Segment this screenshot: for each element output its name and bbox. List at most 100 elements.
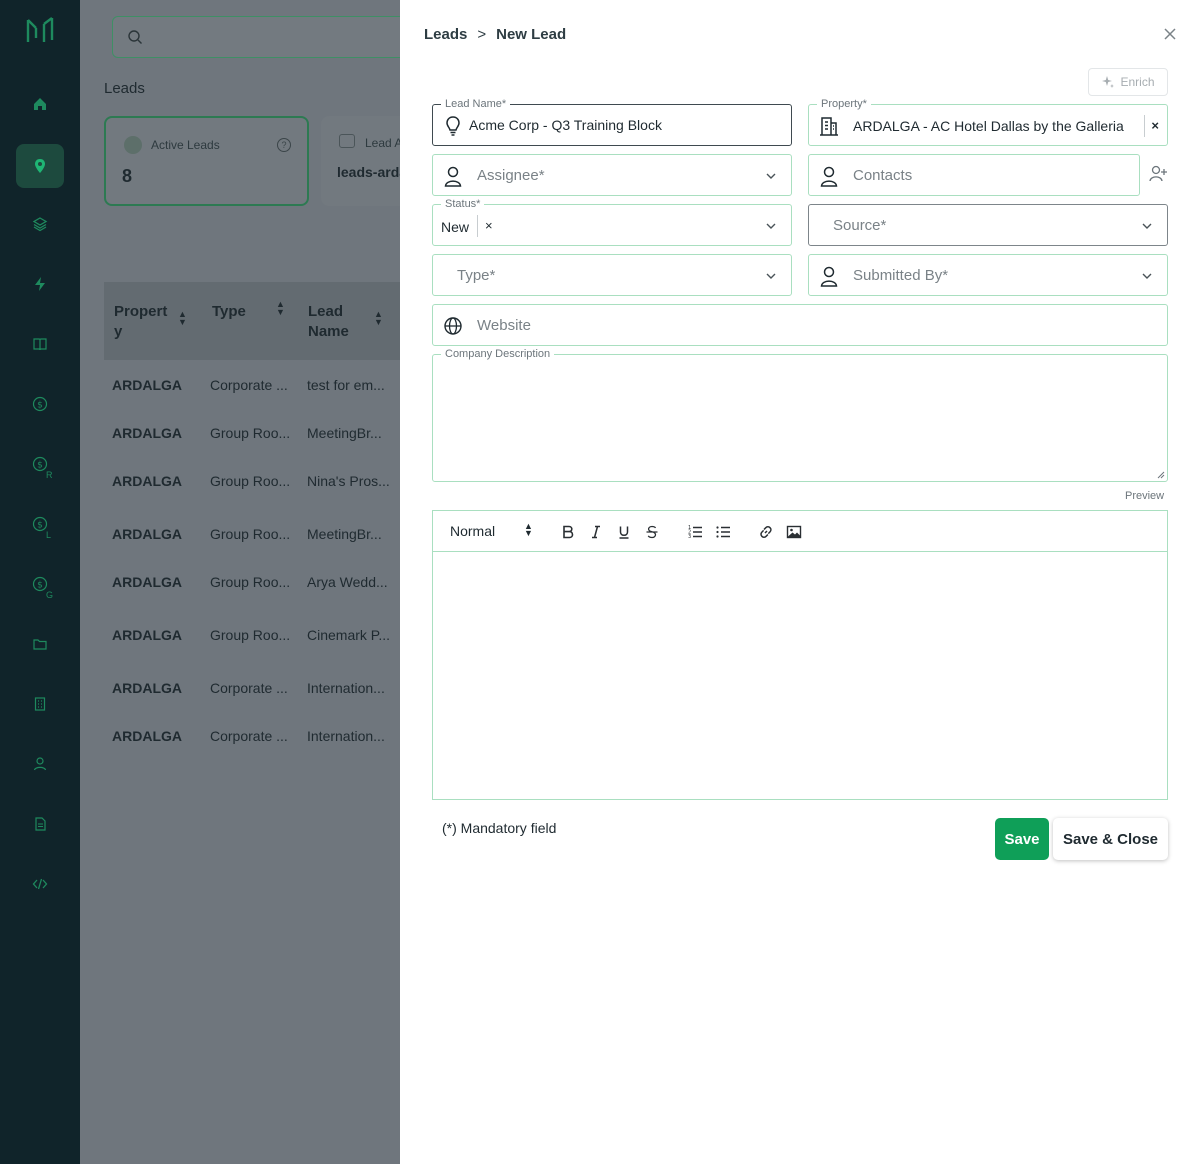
company-description-textarea[interactable]: Company Description (432, 347, 1168, 482)
nav-bolt[interactable] (16, 262, 64, 306)
location-pin-icon (35, 159, 45, 173)
building-icon (820, 117, 838, 136)
lightbulb-icon (446, 116, 460, 136)
bullet-list-button[interactable] (713, 522, 733, 542)
sort-icon[interactable]: ▲ ▼ (276, 300, 285, 317)
nav-finance-g[interactable]: $ G (16, 562, 64, 606)
add-user-icon[interactable] (1148, 164, 1168, 184)
document-icon (35, 817, 46, 831)
svg-text:$: $ (37, 461, 43, 471)
company-description-label: Company Description (441, 347, 555, 361)
property-clear-button[interactable]: × (1144, 115, 1159, 137)
preview-link[interactable]: Preview (1125, 490, 1164, 502)
status-chip-remove-button[interactable]: × (477, 215, 493, 237)
underline-icon (619, 526, 629, 539)
column-header-label: Lead Name (308, 303, 349, 340)
global-search-input[interactable] (112, 16, 400, 58)
assignee-placeholder: Assignee* (477, 167, 545, 184)
contacts-field[interactable]: Contacts (808, 154, 1140, 196)
save-button[interactable]: Save (995, 818, 1049, 860)
status-select[interactable]: Status* New × (432, 197, 792, 246)
lead-alias-card[interactable]: Lead A leads-arda (321, 116, 400, 206)
column-header-label: Type (212, 303, 246, 320)
background-leads-page: Leads Active Leads ? 8 Lead A leads-arda… (80, 0, 400, 1164)
nav-finance-l[interactable]: $ L (16, 502, 64, 546)
help-icon[interactable]: ? (277, 138, 291, 152)
table-row[interactable]: ARDALGA Group Roo... MeetingBr... (104, 408, 400, 458)
submitted-by-placeholder: Submitted By* (853, 267, 949, 284)
image-button[interactable] (784, 522, 804, 542)
ordered-list-button[interactable]: 123 (685, 522, 705, 542)
column-header-label: Propert y (114, 303, 168, 340)
table-row[interactable]: ARDALGA Corporate ... test for em... (104, 360, 400, 410)
table-cell: test for em... (307, 377, 385, 393)
nav-user[interactable] (16, 742, 64, 786)
sort-icon[interactable]: ▲ ▼ (178, 310, 187, 327)
bullet-list-icon (716, 526, 730, 538)
enrich-label: Enrich (1120, 75, 1155, 89)
format-select-value: Normal (450, 523, 496, 539)
type-select[interactable]: Type* (432, 254, 792, 296)
table-row[interactable]: ARDALGA Group Roo... Cinemark P... (104, 610, 400, 660)
new-lead-panel: Leads > New Lead Enrich Lead Name* Acme Co… (400, 0, 1200, 1164)
nav-folder[interactable] (16, 622, 64, 666)
table-cell: Corporate ... (210, 728, 288, 744)
editor-toolbar: Normal ▲ ▼ 123 (433, 511, 1167, 552)
property-field[interactable]: Property* ARDALGA - AC Hotel Dallas by t… (808, 97, 1168, 146)
bold-button[interactable] (558, 522, 578, 542)
table-row[interactable]: ARDALGA Group Roo... Arya Wedd... (104, 557, 400, 607)
table-cell: ARDALGA (112, 627, 182, 643)
svg-text:$: $ (37, 581, 43, 591)
active-leads-card[interactable]: Active Leads ? 8 (104, 116, 309, 206)
sort-icon[interactable]: ▲ ▼ (374, 310, 383, 327)
nav-leads[interactable] (16, 144, 64, 188)
strikethrough-button[interactable] (642, 522, 662, 542)
close-icon[interactable] (1162, 26, 1178, 42)
lead-name-input[interactable]: Acme Corp - Q3 Training Block (469, 117, 662, 133)
format-select[interactable]: Normal ▲ ▼ (450, 522, 533, 540)
column-header-property[interactable]: Propert y ▲ ▼ (114, 302, 187, 342)
breadcrumb: Leads > New Lead (424, 26, 566, 43)
notes-editor[interactable]: Normal ▲ ▼ 123 (432, 510, 1168, 800)
lead-name-field[interactable]: Lead Name* Acme Corp - Q3 Training Block (432, 97, 792, 146)
link-button[interactable] (756, 522, 776, 542)
table-row[interactable]: ARDALGA Group Roo... MeetingBr... (104, 509, 400, 559)
table-row[interactable]: ARDALGA Group Roo... Nina's Pros... (104, 456, 400, 506)
building-icon (34, 697, 46, 711)
nav-home[interactable] (16, 82, 64, 126)
table-cell: Corporate ... (210, 680, 288, 696)
enrich-button[interactable]: Enrich (1088, 68, 1168, 96)
folder-icon (33, 639, 47, 650)
column-header-type[interactable]: Type ▲ ▼ (212, 300, 285, 322)
code-icon (32, 878, 48, 890)
source-select[interactable]: Source* (808, 204, 1168, 246)
source-placeholder: Source* (833, 217, 887, 234)
app-logo[interactable] (24, 14, 60, 46)
submitted-by-select[interactable]: Submitted By* (808, 254, 1168, 296)
table-row[interactable]: ARDALGA Corporate ... Internation... (104, 711, 400, 761)
column-header-lead-name[interactable]: Lead Name ▲ ▼ (308, 302, 383, 342)
italic-icon (592, 525, 600, 539)
nav-finance-r[interactable]: $ R (16, 442, 64, 486)
save-and-close-button[interactable]: Save & Close (1053, 818, 1168, 860)
nav-book[interactable] (16, 322, 64, 366)
globe-icon (444, 317, 462, 335)
left-nav-rail: $ $ R $ L $ G (0, 0, 80, 1164)
property-label: Property* (817, 97, 871, 111)
nav-document[interactable] (16, 802, 64, 846)
nav-building[interactable] (16, 682, 64, 726)
underline-button[interactable] (614, 522, 634, 542)
website-field[interactable]: Website (432, 304, 1168, 346)
nav-layers[interactable] (16, 202, 64, 246)
svg-text:$: $ (37, 401, 43, 411)
nav-finance[interactable]: $ (16, 382, 64, 426)
breadcrumb-leads[interactable]: Leads (424, 26, 467, 43)
table-row[interactable]: ARDALGA Corporate ... Internation... (104, 663, 400, 713)
table-cell: ARDALGA (112, 526, 182, 542)
table-cell: ARDALGA (112, 473, 182, 489)
nav-code[interactable] (16, 862, 64, 906)
resize-grip-icon[interactable] (1157, 471, 1165, 479)
italic-button[interactable] (586, 522, 606, 542)
assignee-select[interactable]: Assignee* (432, 154, 792, 196)
strikethrough-icon (646, 525, 658, 539)
